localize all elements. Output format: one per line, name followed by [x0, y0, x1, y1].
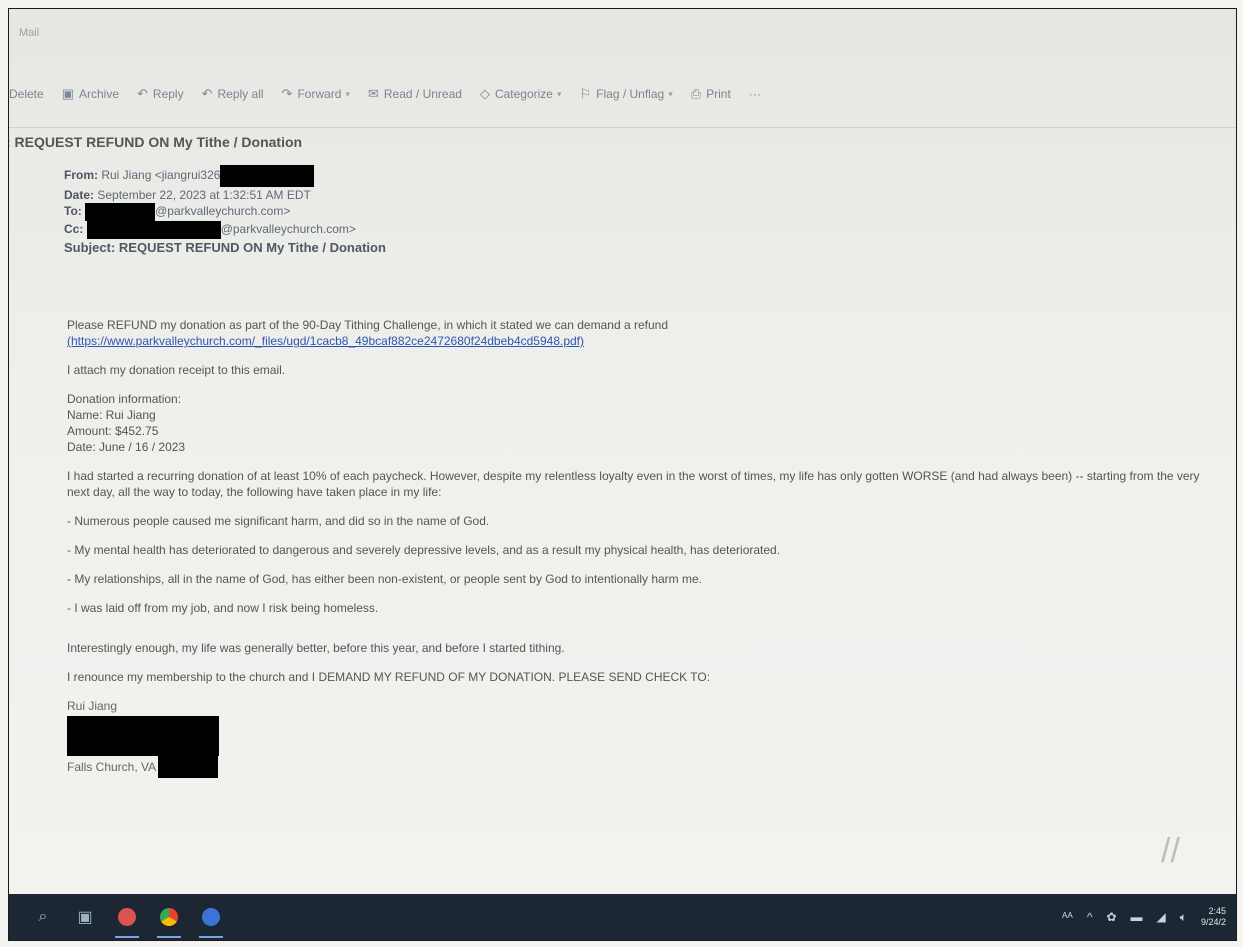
page-title: : REQUEST REFUND ON My Tithe / Donation — [8, 134, 303, 150]
chrome-icon[interactable] — [153, 902, 185, 938]
taskbar: ⌕ ▣ ᴬᴬ ^ ✿ ▬ ◢ 🔈︎ 2:45 9/24/2 — [9, 894, 1236, 940]
delete-button[interactable]: Delete — [9, 87, 44, 101]
print-label: Print — [706, 87, 731, 101]
language-icon[interactable]: ᴬᴬ — [1062, 910, 1073, 924]
archive-icon: ▣ — [61, 86, 74, 101]
system-tray: ᴬᴬ ^ ✿ ▬ ◢ 🔈︎ 2:45 9/24/2 — [1048, 906, 1236, 928]
subject-label: Subject: — [64, 240, 116, 255]
message-body: Please REFUND my donation as part of the… — [67, 317, 1217, 778]
redaction-box — [158, 756, 219, 778]
email-window: Mail Delete ▣ Archive ↶ Reply ↶ Reply al… — [8, 8, 1237, 941]
subject-row: Subject: REQUEST REFUND ON My Tithe / Do… — [64, 240, 386, 256]
body-text: Please REFUND my donation as part of the… — [67, 318, 668, 332]
chrome-logo-icon — [160, 908, 178, 926]
list-item: - Numerous people caused me significant … — [67, 514, 490, 528]
signature-city-row: Falls Church, VA — [67, 756, 1217, 778]
to-value[interactable]: @parkvalleychurch.com> — [155, 204, 290, 218]
envelope-icon: ✉ — [367, 86, 379, 101]
battery-icon[interactable]: ▬ — [1131, 910, 1143, 924]
list-item: - My mental health has deteriorated to d… — [67, 543, 781, 557]
reply-label: Reply — [152, 87, 184, 101]
date-label: Date: — [64, 188, 95, 202]
search-icon[interactable]: ⌕ — [27, 902, 59, 932]
archive-button[interactable]: ▣ Archive — [62, 86, 119, 102]
categorize-button[interactable]: ◇ Categorize ▾ — [480, 86, 562, 102]
print-button[interactable]: ⎙ Print — [691, 86, 731, 102]
message-headers: From: Rui Jiang <jiangrui326 Date: Septe… — [64, 165, 386, 256]
list-item: - My relationships, all in the name of G… — [67, 572, 703, 586]
message-subject-bar: : REQUEST REFUND ON My Tithe / Donation — [9, 127, 1236, 158]
donation-date: Date: June / 16 / 2023 — [67, 440, 186, 454]
message-toolbar: Delete ▣ Archive ↶ Reply ↶ Reply all ↷ F… — [9, 81, 1236, 107]
app-icon — [202, 908, 220, 926]
clock-date: 9/24/2 — [1200, 917, 1226, 927]
signature-block: Rui Jiang Falls Church, VA — [67, 698, 1217, 778]
tray-app-icon[interactable]: ✿ — [1106, 910, 1116, 924]
chevron-down-icon: ▾ — [345, 88, 350, 99]
body-paragraph: Interestingly enough, my life was genera… — [67, 641, 565, 655]
subject-value: REQUEST REFUND ON My Tithe / Donation — [118, 240, 386, 255]
redaction-box — [67, 716, 219, 756]
read-unread-label: Read / Unread — [383, 87, 462, 101]
reply-all-button[interactable]: ↶ Reply all — [202, 86, 264, 102]
app-icon — [118, 908, 136, 926]
forward-icon: ↷ — [281, 86, 293, 101]
archive-label: Archive — [78, 87, 119, 101]
read-unread-button[interactable]: ✉ Read / Unread — [368, 86, 462, 102]
to-row: To: @parkvalleychurch.com> — [64, 203, 386, 221]
flag-unflag-button[interactable]: ⚐ Flag / Unflag ▾ — [580, 86, 673, 102]
flag-icon: ⚐ — [579, 86, 592, 101]
body-paragraph: Please REFUND my donation as part of the… — [67, 317, 1217, 349]
cc-row: Cc: @parkvalleychurch.com> — [64, 221, 386, 239]
redaction-box — [85, 203, 156, 221]
body-paragraph: I had started a recurring donation of at… — [67, 469, 1200, 499]
body-paragraph: I attach my donation receipt to this ema… — [67, 363, 286, 377]
redaction-box — [220, 165, 315, 187]
body-paragraph: I renounce my membership to the church a… — [67, 670, 711, 684]
volume-icon[interactable]: 🔈︎ — [1180, 910, 1187, 925]
reply-button[interactable]: ↶ Reply — [137, 86, 184, 102]
flag-unflag-label: Flag / Unflag — [596, 87, 665, 101]
list-item: - I was laid off from my job, and now I … — [67, 601, 379, 615]
reply-all-icon: ↶ — [201, 86, 213, 101]
clock-time: 2:45 — [1208, 906, 1226, 916]
categorize-label: Categorize — [494, 87, 553, 101]
donation-amount: Amount: $452.75 — [67, 424, 159, 438]
pen-mark-icon: // — [1161, 832, 1180, 870]
from-row: From: Rui Jiang <jiangrui326 — [64, 165, 386, 187]
print-icon: ⎙ — [690, 86, 702, 101]
taskbar-app-red[interactable] — [111, 902, 143, 938]
chevron-down-icon: ▾ — [668, 88, 673, 99]
cc-value[interactable]: @parkvalleychurch.com> — [221, 222, 356, 236]
cc-label: Cc: — [64, 222, 84, 237]
to-label: To: — [64, 204, 82, 219]
chevron-down-icon: ▾ — [556, 88, 562, 99]
date-row: Date: September 22, 2023 at 1:32:51 AM E… — [64, 187, 386, 203]
refund-policy-link[interactable]: (https://www.parkvalleychurch.com/_files… — [67, 334, 584, 348]
app-title: Mail — [19, 27, 40, 39]
task-view-icon[interactable]: ▣ — [69, 902, 101, 932]
reply-icon: ↶ — [137, 86, 148, 101]
more-icon: ··· — [748, 87, 761, 101]
delete-label: Delete — [9, 87, 44, 101]
from-value[interactable]: Rui Jiang <jiangrui326 — [101, 168, 220, 182]
forward-button[interactable]: ↷ Forward ▾ — [282, 86, 350, 102]
chevron-up-icon[interactable]: ^ — [1087, 910, 1093, 924]
donation-info: Donation information: Name: Rui Jiang Am… — [67, 391, 1217, 455]
signature-name: Rui Jiang — [67, 699, 118, 713]
clock[interactable]: 2:45 9/24/2 — [1201, 906, 1226, 928]
more-button[interactable]: ··· — [749, 87, 761, 101]
wifi-icon[interactable]: ◢ — [1157, 910, 1166, 924]
redaction-box — [86, 221, 221, 239]
forward-label: Forward — [297, 87, 342, 101]
taskbar-left: ⌕ ▣ — [9, 902, 237, 938]
tag-icon: ◇ — [479, 86, 490, 101]
date-value: September 22, 2023 at 1:32:51 AM EDT — [97, 188, 311, 202]
donation-name: Name: Rui Jiang — [67, 408, 156, 422]
reply-all-label: Reply all — [217, 87, 264, 101]
donation-info-title: Donation information: — [67, 392, 182, 406]
taskbar-app-blue[interactable] — [195, 902, 227, 938]
from-label: From: — [64, 168, 98, 183]
signature-city: Falls Church, VA — [67, 760, 157, 774]
